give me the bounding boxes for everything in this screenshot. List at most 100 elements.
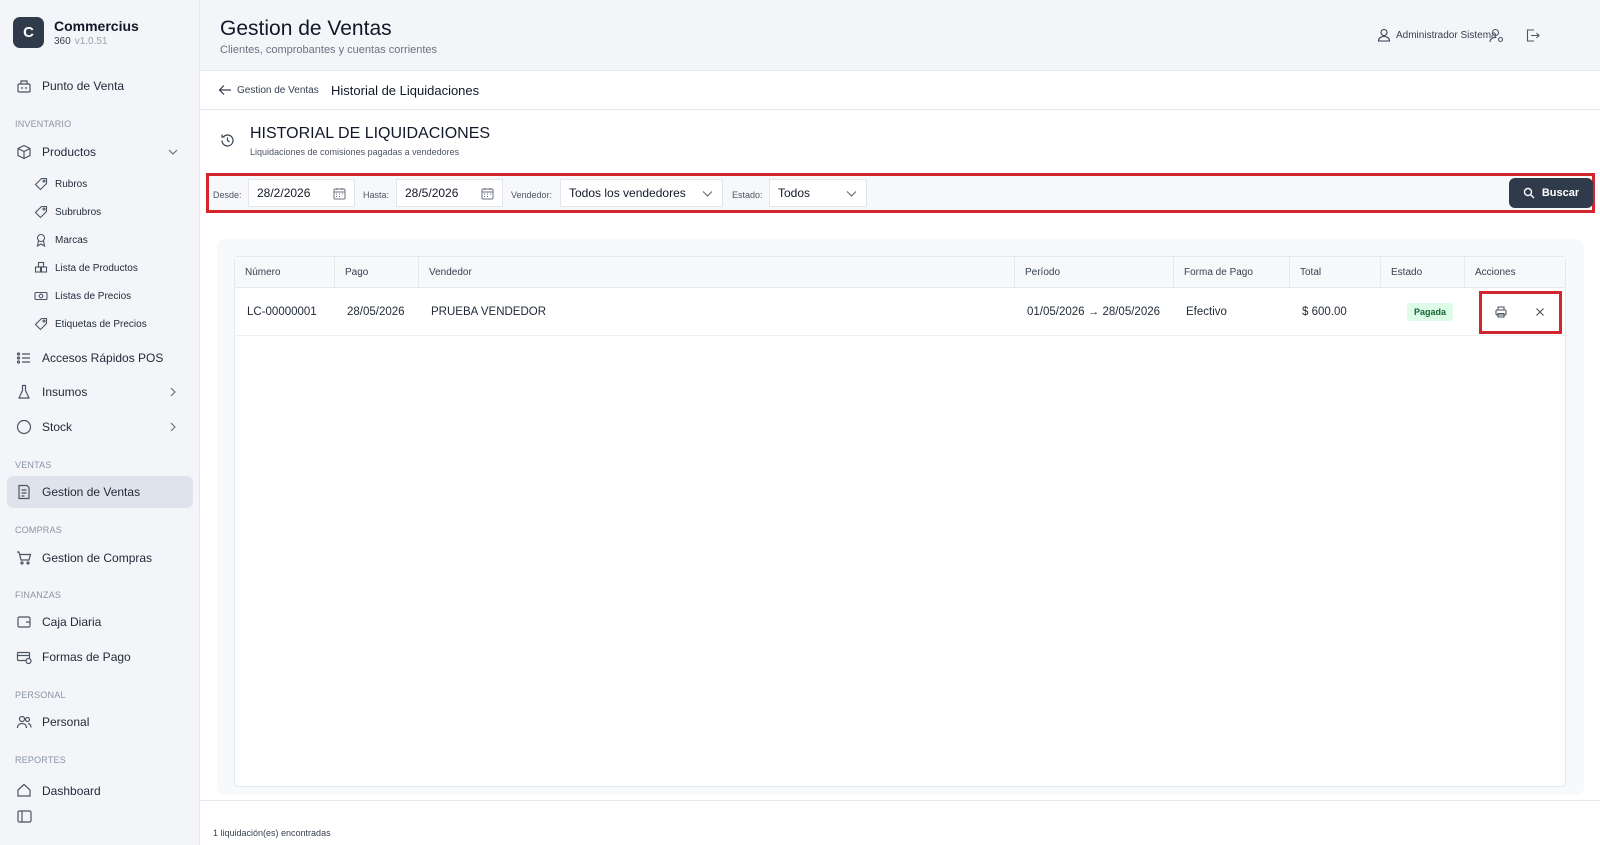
sidebar-item-insumos[interactable]: Insumos [7,376,193,408]
sidebar-item-label: Punto de Venta [42,79,125,93]
home-icon [17,783,31,797]
user-name: Administrador Sistema [1396,29,1497,41]
users-icon [16,715,32,729]
results-count: 1 liquidación(es) encontradas [213,828,331,838]
sidebar-item-label: Stock [42,420,73,434]
sidebar-item-formas-pago[interactable]: Formas de Pago [7,641,193,673]
sidebar-item-label: Caja Diaria [42,615,102,629]
back-link-label: Gestion de Ventas [237,84,319,96]
logout-icon[interactable] [1525,28,1540,43]
history-icon [221,134,234,147]
sidebar-item-personal[interactable]: Personal [7,706,193,738]
estado-select[interactable]: Todos [769,179,867,207]
sidebar-item-productos[interactable]: Productos [7,136,193,168]
table-row[interactable]: LC-00000001 28/05/2026 PRUEBA VENDEDOR 0… [235,288,1565,336]
user-menu[interactable]: Administrador Sistema [1377,28,1497,42]
sidebar-item-accesos[interactable]: Accesos Rápidos POS [7,342,193,374]
chevron-right-icon [170,387,176,397]
sidebar-subitem-subrubros[interactable]: Subrubros [34,200,101,224]
sidebar-item-punto-venta[interactable]: Punto de Venta [7,70,193,102]
sidebar-item-label: Formas de Pago [42,650,131,664]
sidebar-item-caja[interactable]: Caja Diaria [7,606,193,638]
col-forma-pago: Forma de Pago [1174,257,1290,288]
arrow-left-icon [218,85,231,95]
sidebar-item-dashboard[interactable]: Dashboard [7,772,193,798]
col-vendedor: Vendedor [419,257,1015,288]
back-link[interactable]: Gestion de Ventas [218,83,319,97]
cell-pago: 28/05/2026 [347,306,405,318]
sidebar-item-label: Productos [42,145,97,159]
calendar-icon[interactable] [481,187,494,200]
page-title: HISTORIAL DE LIQUIDACIONES [250,125,491,142]
sidebar-item-label: Accesos Rápidos POS [42,351,164,365]
search-icon [1523,187,1535,199]
sidebar-subitem-label: Etiquetas de Precios [55,318,147,330]
sidebar-subitem-rubros[interactable]: Rubros [34,172,87,196]
user-settings-icon[interactable] [1489,28,1504,43]
col-total: Total [1290,257,1381,288]
close-icon[interactable] [1534,306,1546,318]
sidebar-subitem-marcas[interactable]: Marcas [34,228,88,252]
footer-divider [200,800,1600,801]
top-header: Gestion de Ventas Clientes, comprobantes… [200,0,1600,71]
section-finanzas: FINANZAS [15,590,62,600]
sidebar-item-gestion-compras[interactable]: Gestion de Compras [7,542,193,574]
col-estado: Estado [1381,257,1465,288]
buscar-label: Buscar [1541,187,1580,199]
chevron-down-icon [846,190,857,197]
app: C Commercius 360 v1.0.51 Punto de Venta I… [0,0,1600,845]
tag-icon [34,317,48,331]
sidebar-item-gestion-ventas[interactable]: Gestion de Ventas [7,476,193,508]
calendar-icon[interactable] [333,187,346,200]
header-subtitle: Clientes, comprobantes y cuentas corrien… [220,44,438,56]
section-ventas: VENTAS [15,460,52,470]
section-personal: PERSONAL [15,690,66,700]
cell-forma-pago: Efectivo [1186,306,1227,318]
sidebar-item-label: Insumos [42,385,88,399]
sidebar-item-stock[interactable]: Stock [7,411,193,443]
chevron-down-icon [702,190,713,197]
filter-bar: Desde: 28/2/2026 Hasta: 28/5/2026 Vended… [206,173,1595,213]
sidebar-subitem-label: Listas de Precios [55,290,132,302]
sidebar-subitem-lista-productos[interactable]: Lista de Productos [34,256,138,280]
brand-sub: 360 [54,35,71,47]
section-reportes: REPORTES [15,755,66,765]
section-inventario: INVENTARIO [15,119,72,129]
status-badge: Pagada [1407,303,1454,321]
cell-numero: LC-00000001 [247,306,317,318]
estado-value: Todos [778,186,811,200]
row-actions [1479,291,1562,334]
estado-label: Estado: [732,190,763,200]
table-header: Número Pago Vendedor Período Forma de Pa… [235,257,1565,288]
section-compras: COMPRAS [15,525,62,535]
banknote-icon [34,291,48,301]
circle-icon [16,419,32,435]
brand-version: v1.0.51 [74,35,108,47]
sidebar-item-label: Gestion de Ventas [42,485,141,499]
vendedor-select[interactable]: Todos los vendedores [560,179,723,207]
flask-icon [18,384,30,399]
cell-total: $ 600.00 [1302,306,1347,318]
award-icon [36,233,46,247]
cash-register-icon [17,80,31,93]
hasta-label: Hasta: [363,190,390,200]
cell-periodo: 01/05/2026 → 28/05/2026 [1027,306,1161,318]
breadcrumb: Gestion de Ventas Historial de Liquidaci… [200,71,1600,110]
sidebar-subitem-label: Lista de Productos [55,262,138,274]
sidebar-toggle-icon[interactable] [17,810,32,823]
sidebar-subitem-label: Subrubros [55,206,102,218]
sidebar-item-label: Dashboard [42,784,101,798]
desde-date-input[interactable]: 28/2/2026 [248,179,355,207]
liquidaciones-table: Número Pago Vendedor Período Forma de Pa… [234,256,1566,787]
hasta-value: 28/5/2026 [405,186,459,200]
sidebar-subitem-label: Marcas [55,234,88,246]
print-icon[interactable] [1495,306,1507,318]
hasta-date-input[interactable]: 28/5/2026 [396,179,503,207]
buscar-button[interactable]: Buscar [1509,178,1593,208]
sidebar-subitem-listas-precios[interactable]: Listas de Precios [34,284,131,308]
tags-icon [34,205,48,219]
cell-estado: Pagada [1395,288,1454,336]
brand-name: Commercius [54,17,139,34]
sidebar-subitem-etiquetas[interactable]: Etiquetas de Precios [34,312,147,336]
wallet-icon [17,616,31,628]
